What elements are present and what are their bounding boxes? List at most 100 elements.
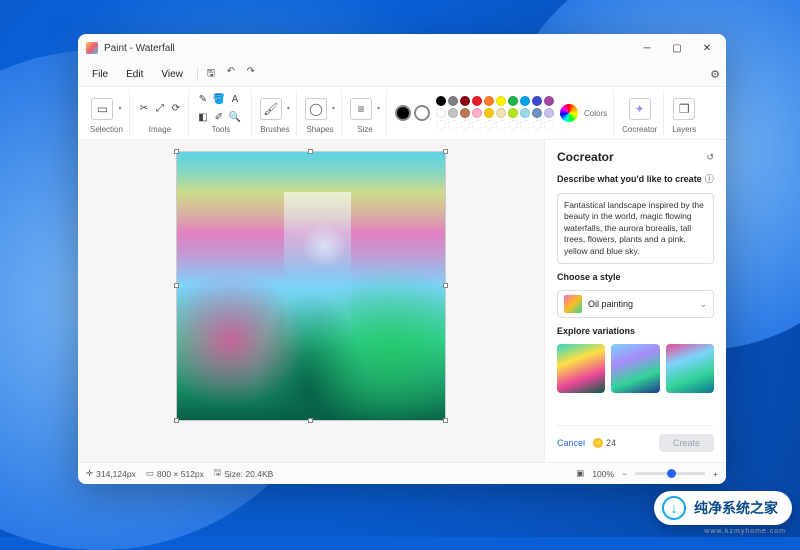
- variation-thumb[interactable]: [666, 344, 714, 392]
- shapes-icon[interactable]: ◯: [305, 98, 327, 120]
- credits-badge: 24: [593, 438, 616, 448]
- color-swatch[interactable]: [472, 96, 482, 106]
- color-swatch[interactable]: [532, 120, 542, 130]
- fit-screen-icon[interactable]: ▣: [576, 468, 584, 479]
- save-icon[interactable]: 🖫: [204, 66, 218, 83]
- content-area: Cocreator ↺ Describe what you'd like to …: [78, 140, 726, 462]
- style-value: Oil painting: [588, 299, 633, 309]
- color-swatch[interactable]: [460, 108, 470, 118]
- magnify-icon[interactable]: 🔍: [229, 112, 241, 124]
- resize-handle[interactable]: [308, 418, 313, 423]
- color-swatch[interactable]: [544, 96, 554, 106]
- color-swatch[interactable]: [520, 108, 530, 118]
- color-swatch[interactable]: [460, 96, 470, 106]
- picker-icon[interactable]: ✐: [213, 112, 225, 124]
- close-button[interactable]: ✕: [692, 34, 722, 62]
- color-swatch[interactable]: [532, 108, 542, 118]
- cancel-button[interactable]: Cancel: [557, 438, 585, 448]
- primary-color[interactable]: [395, 105, 411, 121]
- text-icon[interactable]: A: [229, 93, 241, 105]
- ribbon-size: ≡▾ Size: [344, 90, 387, 136]
- info-icon[interactable]: ⓘ: [705, 172, 714, 185]
- resize-handle[interactable]: [174, 149, 179, 154]
- window-title: Paint - Waterfall: [104, 43, 175, 54]
- resize-handle[interactable]: [174, 283, 179, 288]
- color-swatch[interactable]: [448, 96, 458, 106]
- cursor-position: ✛ 314,124px: [86, 468, 136, 479]
- color-swatch[interactable]: [520, 96, 530, 106]
- color-swatch[interactable]: [532, 96, 542, 106]
- brush-icon[interactable]: 🖌: [260, 98, 282, 120]
- statusbar: ✛ 314,124px ▭ 800 × 512px 🖫 Size: 20.4KB…: [78, 462, 726, 484]
- settings-icon[interactable]: ⚙: [710, 68, 720, 81]
- crop-icon[interactable]: ✂: [138, 103, 150, 115]
- variation-thumb[interactable]: [611, 344, 659, 392]
- history-icon[interactable]: ↺: [706, 152, 714, 163]
- color-swatch[interactable]: [544, 108, 554, 118]
- color-swatch[interactable]: [448, 120, 458, 130]
- cursor-icon: ✛: [86, 468, 93, 479]
- color-swatch[interactable]: [496, 96, 506, 106]
- color-swatch[interactable]: [448, 108, 458, 118]
- rotate-icon[interactable]: ⟳: [170, 103, 182, 115]
- resize-icon[interactable]: ⤢: [154, 103, 166, 115]
- undo-icon[interactable]: ↶: [224, 66, 238, 83]
- minimize-button[interactable]: ─: [632, 34, 662, 62]
- selection-tool-icon[interactable]: ▭: [91, 98, 113, 120]
- color-swatch[interactable]: [544, 120, 554, 130]
- panel-footer: Cancel 24 Create: [557, 425, 714, 452]
- variation-thumb[interactable]: [557, 344, 605, 392]
- color-picker-icon[interactable]: [560, 104, 578, 122]
- resize-handle[interactable]: [443, 149, 448, 154]
- color-swatch[interactable]: [484, 108, 494, 118]
- size-icon[interactable]: ≡: [350, 98, 372, 120]
- color-swatch[interactable]: [472, 108, 482, 118]
- canvas-area[interactable]: [78, 140, 544, 462]
- color-swatch[interactable]: [508, 120, 518, 130]
- maximize-button[interactable]: ▢: [662, 34, 692, 62]
- color-swatch[interactable]: [436, 108, 446, 118]
- color-swatch[interactable]: [484, 120, 494, 130]
- menu-view[interactable]: View: [153, 66, 191, 83]
- redo-icon[interactable]: ↷: [244, 66, 258, 83]
- canvas-size-icon: ▭: [146, 468, 154, 479]
- color-swatch[interactable]: [460, 120, 470, 130]
- separator: [197, 67, 198, 81]
- resize-handle[interactable]: [308, 149, 313, 154]
- resize-handle[interactable]: [443, 283, 448, 288]
- ribbon-brushes: 🖌▾ Brushes: [254, 90, 297, 136]
- color-swatch[interactable]: [436, 120, 446, 130]
- color-swatch[interactable]: [508, 108, 518, 118]
- color-swatch[interactable]: [508, 96, 518, 106]
- secondary-color[interactable]: [414, 105, 430, 121]
- watermark-text: 纯净系统之家: [694, 498, 778, 518]
- watermark-url: www.kzmyhome.com: [704, 528, 786, 535]
- color-swatch[interactable]: [496, 120, 506, 130]
- color-swatch[interactable]: [484, 96, 494, 106]
- menu-file[interactable]: File: [84, 66, 116, 83]
- variations-label: Explore variations: [557, 326, 714, 336]
- canvas-size: ▭ 800 × 512px: [146, 468, 204, 479]
- color-swatch[interactable]: [472, 120, 482, 130]
- eraser-icon[interactable]: ◧: [197, 112, 209, 124]
- layers-icon[interactable]: ❐: [673, 98, 695, 120]
- color-swatch[interactable]: [496, 108, 506, 118]
- fill-icon[interactable]: 🪣: [213, 93, 225, 105]
- style-label: Choose a style: [557, 272, 714, 282]
- zoom-in-button[interactable]: +: [713, 469, 718, 479]
- cocreator-icon[interactable]: ✦: [629, 98, 651, 120]
- resize-handle[interactable]: [443, 418, 448, 423]
- zoom-out-button[interactable]: −: [622, 469, 627, 479]
- watermark-icon: ↓: [662, 496, 686, 520]
- zoom-slider[interactable]: [635, 472, 705, 475]
- pencil-icon[interactable]: ✎: [197, 93, 209, 105]
- style-dropdown[interactable]: Oil painting ⌄: [557, 290, 714, 318]
- color-swatch[interactable]: [520, 120, 530, 130]
- resize-handle[interactable]: [174, 418, 179, 423]
- canvas[interactable]: [177, 152, 445, 420]
- color-swatch[interactable]: [436, 96, 446, 106]
- coin-icon: [593, 438, 603, 448]
- menu-edit[interactable]: Edit: [118, 66, 151, 83]
- prompt-input[interactable]: Fantastical landscape inspired by the be…: [557, 193, 714, 264]
- create-button[interactable]: Create: [659, 434, 714, 452]
